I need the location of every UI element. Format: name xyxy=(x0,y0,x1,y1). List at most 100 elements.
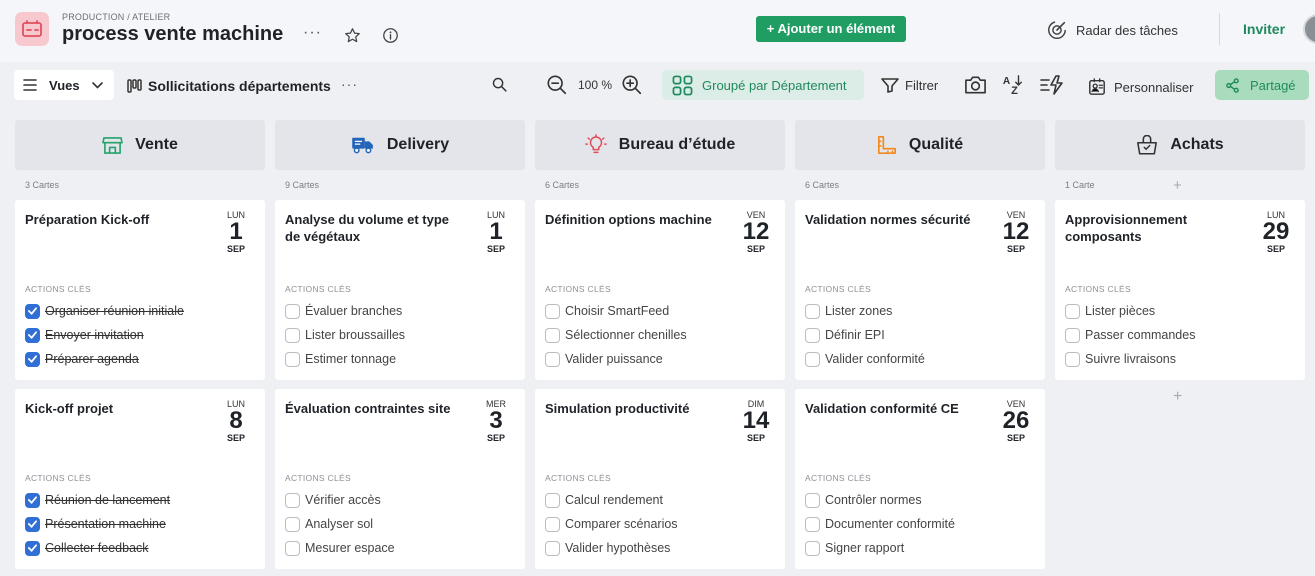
card[interactable]: Préparation Kick-off LUN 1 SEP ACTIONS C… xyxy=(15,200,265,380)
task-item[interactable]: Calcul rendement xyxy=(545,491,663,509)
card[interactable]: Simulation productivité DIM 14 SEP ACTIO… xyxy=(535,389,785,569)
add-item-button[interactable]: + Ajouter un élément xyxy=(756,16,906,42)
checkbox[interactable] xyxy=(805,303,820,319)
camera-icon[interactable] xyxy=(964,75,987,95)
card[interactable]: Validation normes sécurité VEN 12 SEP AC… xyxy=(795,200,1045,380)
checkbox[interactable] xyxy=(805,351,820,367)
checkbox[interactable] xyxy=(285,492,300,508)
task-item[interactable]: Valider hypothèses xyxy=(545,539,670,557)
checkbox[interactable] xyxy=(545,492,560,508)
checkbox[interactable] xyxy=(1065,303,1080,319)
checkbox-checked[interactable] xyxy=(25,327,40,343)
task-item[interactable]: Valider puissance xyxy=(545,350,663,368)
task-item[interactable]: Vérifier accès xyxy=(285,491,381,509)
avatar[interactable] xyxy=(1303,14,1315,44)
add-card-icon[interactable]: + xyxy=(1173,388,1182,406)
task-item[interactable]: Analyser sol xyxy=(285,515,373,533)
task-item[interactable]: Envoyer invitation xyxy=(25,326,144,344)
more-options-button[interactable]: ··· xyxy=(303,24,322,42)
task-item[interactable]: Comparer scénarios xyxy=(545,515,678,533)
task-item[interactable]: Mesurer espace xyxy=(285,539,395,557)
checkbox[interactable] xyxy=(545,303,560,319)
info-icon[interactable] xyxy=(382,27,399,44)
card-title: Approvisionnement composants xyxy=(1065,212,1188,244)
star-icon[interactable] xyxy=(344,27,361,44)
card[interactable]: Analyse du volume et type de végétaux LU… xyxy=(275,200,525,380)
card[interactable]: Définition options machine VEN 12 SEP AC… xyxy=(535,200,785,380)
column-header[interactable]: Qualité xyxy=(795,120,1045,170)
checkbox[interactable] xyxy=(285,540,300,556)
view-options-button[interactable]: ··· xyxy=(341,76,358,92)
zoom-in-icon[interactable] xyxy=(621,74,643,96)
checkbox[interactable] xyxy=(545,540,560,556)
add-card-icon[interactable]: + xyxy=(1173,177,1182,194)
card[interactable]: Kick-off projet LUN 8 SEP ACTIONS CLÉS R… xyxy=(15,389,265,569)
task-item[interactable]: Lister zones xyxy=(805,302,892,320)
card[interactable]: Validation conformité CE VEN 26 SEP ACTI… xyxy=(795,389,1045,569)
checkbox[interactable] xyxy=(285,303,300,319)
current-view[interactable]: Sollicitations départements xyxy=(127,78,331,94)
column-header[interactable]: Bureau d’étude xyxy=(535,120,785,170)
checkbox[interactable] xyxy=(805,516,820,532)
checkbox-checked[interactable] xyxy=(25,492,40,508)
task-item[interactable]: Lister pièces xyxy=(1065,302,1155,320)
checkbox-checked[interactable] xyxy=(25,351,40,367)
automation-icon[interactable] xyxy=(1040,75,1064,95)
task-item[interactable]: Documenter conformité xyxy=(805,515,955,533)
checkbox[interactable] xyxy=(545,351,560,367)
checkbox-checked[interactable] xyxy=(25,540,40,556)
checkbox[interactable] xyxy=(285,351,300,367)
group-by-button[interactable]: Groupé par Département xyxy=(662,70,864,100)
date-month: SEP xyxy=(226,433,245,443)
zoom-out-icon[interactable] xyxy=(546,74,568,96)
task-item[interactable]: Collecter feedback xyxy=(25,539,149,557)
app-icon[interactable] xyxy=(15,12,49,46)
column-title: Vente xyxy=(135,136,178,153)
task-item[interactable]: Valider conformité xyxy=(805,350,925,368)
checkbox[interactable] xyxy=(805,327,820,343)
column-header[interactable]: Delivery xyxy=(275,120,525,170)
task-item[interactable]: Signer rapport xyxy=(805,539,904,557)
task-item[interactable]: Contrôler normes xyxy=(805,491,922,509)
checkbox[interactable] xyxy=(1065,351,1080,367)
sort-az-icon[interactable]: A Z xyxy=(1002,74,1024,96)
task-item[interactable]: Choisir SmartFeed xyxy=(545,302,669,320)
invite-button[interactable]: Inviter xyxy=(1243,21,1285,37)
column-header[interactable]: Vente xyxy=(15,120,265,170)
actions-label: ACTIONS CLÉS xyxy=(545,284,611,294)
task-item[interactable]: Suivre livraisons xyxy=(1065,350,1176,368)
breadcrumb[interactable]: PRODUCTION / ATELIER xyxy=(62,12,170,22)
checkbox[interactable] xyxy=(545,327,560,343)
checkbox[interactable] xyxy=(805,492,820,508)
actions-label: ACTIONS CLÉS xyxy=(1065,284,1131,294)
task-item[interactable]: Estimer tonnage xyxy=(285,350,396,368)
task-item[interactable]: Réunion de lancement xyxy=(25,491,170,509)
task-item[interactable]: Préparer agenda xyxy=(25,350,139,368)
share-icon xyxy=(1226,77,1239,93)
task-radar-button[interactable]: Radar des tâches xyxy=(1046,18,1178,42)
task-item[interactable]: Définir EPI xyxy=(805,326,885,344)
checkbox[interactable] xyxy=(805,540,820,556)
checkbox[interactable] xyxy=(545,516,560,532)
checkbox[interactable] xyxy=(285,516,300,532)
views-dropdown[interactable]: Vues xyxy=(14,70,114,100)
column-header[interactable]: Achats xyxy=(1055,120,1305,170)
share-button[interactable]: Partagé xyxy=(1215,70,1309,100)
task-item[interactable]: Passer commandes xyxy=(1065,326,1195,344)
checkbox-checked[interactable] xyxy=(25,303,40,319)
search-icon[interactable] xyxy=(491,76,508,93)
checkbox[interactable] xyxy=(285,327,300,343)
filter-button[interactable]: Filtrer xyxy=(881,78,938,93)
task-item[interactable]: Organiser réunion initiale xyxy=(25,302,184,320)
task-item[interactable]: Évaluer branches xyxy=(285,302,402,320)
checkbox[interactable] xyxy=(1065,327,1080,343)
card[interactable]: Approvisionnement composants LUN 29 SEP … xyxy=(1055,200,1305,380)
card[interactable]: Évaluation contraintes site MER 3 SEP AC… xyxy=(275,389,525,569)
checkbox-checked[interactable] xyxy=(25,516,40,532)
card-date: VEN 12 SEP xyxy=(996,210,1036,254)
customize-button[interactable]: Personnaliser xyxy=(1088,78,1194,96)
store-icon xyxy=(102,136,123,154)
task-item[interactable]: Lister broussailles xyxy=(285,326,405,344)
task-item[interactable]: Présentation machine xyxy=(25,515,166,533)
task-item[interactable]: Sélectionner chenilles xyxy=(545,326,687,344)
